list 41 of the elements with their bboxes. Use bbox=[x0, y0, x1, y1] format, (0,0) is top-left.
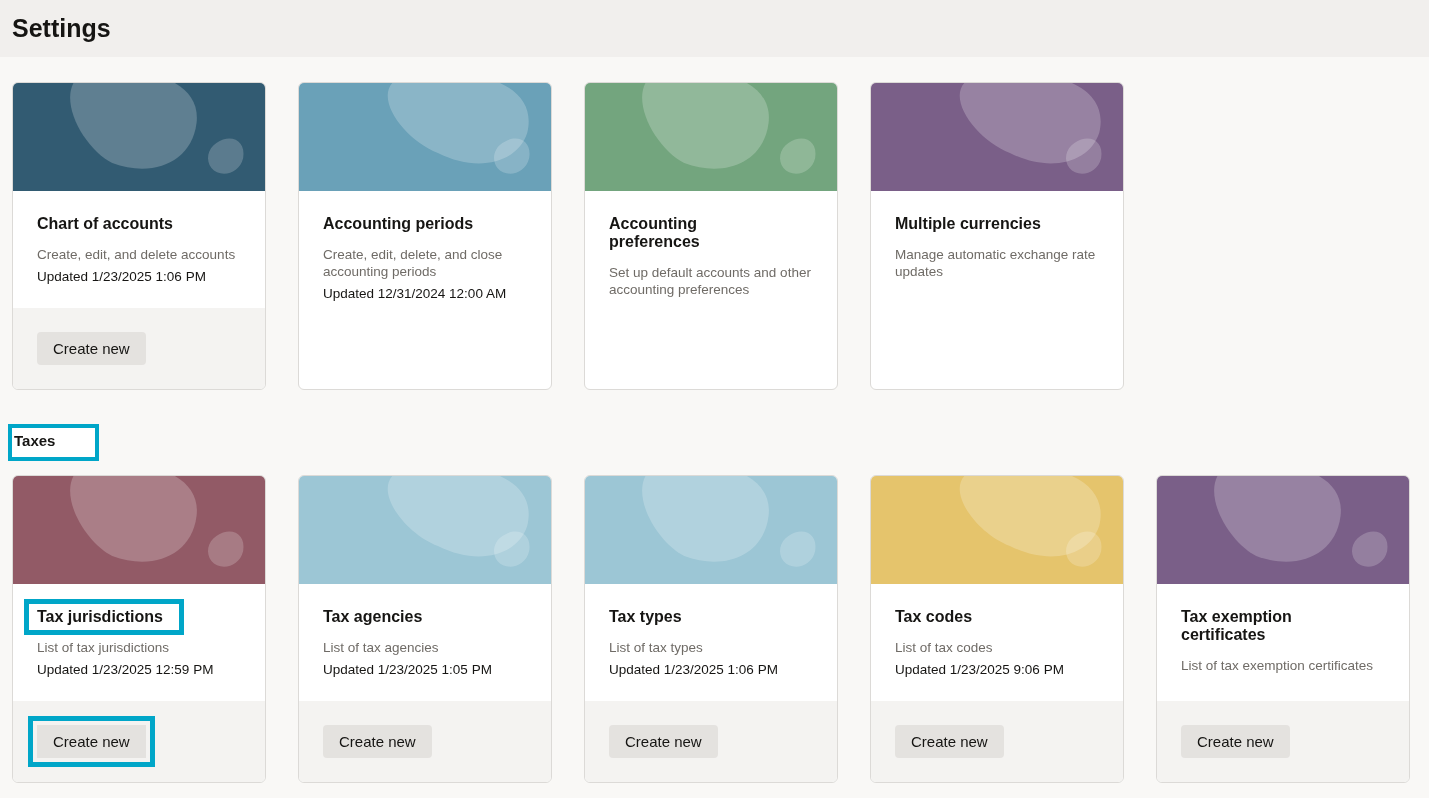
section-heading: Taxes bbox=[8, 424, 100, 461]
card-description: List of tax exemption certificates bbox=[1181, 657, 1375, 674]
card-description: List of tax codes bbox=[895, 639, 994, 656]
settings-card[interactable]: Accounting preferences Set up default accounts and other accounting preferences bbox=[584, 82, 838, 390]
settings-card[interactable]: Tax types List of tax types Updated 1/23/2025 1:06 PM Create new bbox=[584, 475, 838, 783]
settings-card[interactable]: Multiple currencies Manage automatic exchange rate updates bbox=[870, 82, 1124, 390]
card-title: Multiple currencies bbox=[894, 214, 1042, 234]
updated-timestamp: Updated 1/23/2025 1:06 PM bbox=[609, 662, 779, 677]
updated-timestamp: Updated 1/23/2025 12:59 PM bbox=[37, 662, 215, 677]
create-new-button[interactable]: Create new bbox=[895, 725, 1004, 758]
card-description: Manage automatic exchange rate updates bbox=[895, 246, 1097, 280]
card-description: Create, edit, delete, and close accounting periods bbox=[323, 246, 504, 280]
updated-timestamp: Updated 1/23/2025 1:05 PM bbox=[323, 662, 493, 677]
settings-card[interactable]: Tax exemption certificates List of tax exemption certificates Create new bbox=[1156, 475, 1410, 783]
card-title: Chart of accounts bbox=[36, 214, 174, 234]
card-title: Accounting preferences bbox=[608, 214, 701, 252]
create-new-button[interactable]: Create new bbox=[37, 332, 146, 365]
card-description: List of tax jurisdictions bbox=[37, 639, 171, 656]
settings-card[interactable]: Tax agencies List of tax agencies Updated 1/23/2025 1:05 PM Create new bbox=[298, 475, 552, 783]
create-new-button[interactable]: Create new bbox=[28, 716, 155, 767]
card-title: Accounting periods bbox=[322, 214, 475, 234]
create-new-button[interactable]: Create new bbox=[609, 725, 718, 758]
settings-card[interactable]: Tax jurisdictions List of tax jurisdictions Updated 1/23/2025 12:59 PM Create new bbox=[12, 475, 266, 783]
page-title: Settings bbox=[12, 14, 111, 43]
settings-card[interactable]: Chart of accounts Create, edit, and delete accounts Updated 1/23/2025 1:06 PM Create new bbox=[12, 82, 266, 390]
card-title: Tax exemption certificates bbox=[1180, 607, 1293, 645]
card-title: Tax types bbox=[608, 607, 683, 627]
card-title: Tax codes bbox=[894, 607, 974, 627]
card-description: Create, edit, and delete accounts bbox=[37, 246, 237, 263]
updated-timestamp: Updated 1/23/2025 1:06 PM bbox=[37, 269, 207, 284]
card-description: Set up default accounts and other accounting preferences bbox=[609, 264, 812, 298]
settings-card[interactable]: Tax codes List of tax codes Updated 1/23/2025 9:06 PM Create new bbox=[870, 475, 1124, 783]
card-description: List of tax types bbox=[609, 639, 704, 656]
settings-card[interactable]: Accounting periods Create, edit, delete, and close accounting periods Updated 12/31/2024 12:00 AM bbox=[298, 82, 552, 390]
card-title: Tax jurisdictions bbox=[24, 599, 184, 635]
card-description: List of tax agencies bbox=[323, 639, 440, 656]
updated-timestamp: Updated 12/31/2024 12:00 AM bbox=[323, 286, 508, 301]
create-new-button[interactable]: Create new bbox=[1181, 725, 1290, 758]
create-new-button[interactable]: Create new bbox=[323, 725, 432, 758]
updated-timestamp: Updated 1/23/2025 9:06 PM bbox=[895, 662, 1065, 677]
card-title: Tax agencies bbox=[322, 607, 424, 627]
